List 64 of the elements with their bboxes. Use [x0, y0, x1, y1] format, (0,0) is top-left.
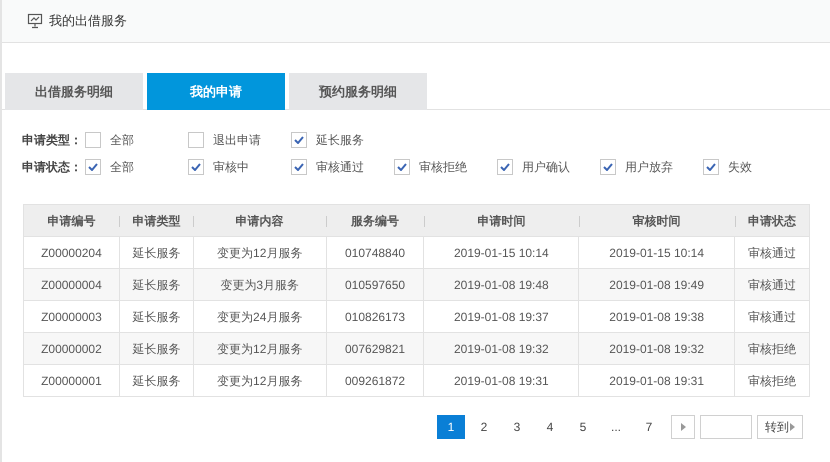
- check-icon: [603, 162, 613, 170]
- table-cell: Z00000204: [24, 236, 120, 268]
- checkbox[interactable]: [188, 158, 204, 174]
- table-cell: 变更为12月服务: [193, 364, 326, 396]
- page-link[interactable]: 7: [635, 415, 663, 439]
- goto-button[interactable]: 转到: [757, 415, 803, 439]
- page-input[interactable]: [700, 415, 752, 439]
- checkbox[interactable]: [291, 158, 307, 174]
- table-cell: 2019-01-08 19:31: [578, 364, 735, 396]
- table-cell: 变更为12月服务: [193, 236, 326, 268]
- check-icon: [191, 162, 201, 170]
- page-link[interactable]: 4: [536, 415, 564, 439]
- checkbox-label: 退出申请: [213, 132, 261, 148]
- triangle-icon: [790, 423, 795, 431]
- check-icon: [294, 136, 304, 144]
- page-title: 我的出借服务: [49, 12, 127, 30]
- checkbox-label: 用户放弃: [625, 158, 673, 176]
- checkbox[interactable]: [85, 132, 101, 148]
- checkbox-label: 全部: [110, 132, 134, 148]
- presentation-board-icon: [27, 13, 43, 29]
- filter-label: 申请类型：: [22, 132, 83, 148]
- column-header: 申请状态: [748, 214, 796, 228]
- table-cell: 2019-01-15 10:14: [424, 236, 579, 268]
- table-cell: 2019-01-15 10:14: [578, 236, 735, 268]
- next-page-button[interactable]: [671, 415, 695, 439]
- table-cell: 延长服务: [119, 364, 194, 396]
- column-header: 审核时间: [632, 214, 681, 228]
- column-header: 申请内容: [236, 214, 284, 228]
- checkbox-label: 延长服务: [316, 132, 364, 148]
- table-cell: 2019-01-08 19:31: [424, 364, 579, 396]
- checkbox[interactable]: [394, 158, 410, 174]
- checkbox-label: 用户确认: [522, 158, 570, 176]
- page-link[interactable]: 1: [437, 415, 465, 439]
- checkbox-label: 审核通过: [316, 158, 364, 176]
- check-icon: [294, 162, 304, 170]
- tab[interactable]: 出借服务明细: [5, 73, 143, 110]
- checkbox-label: 失效: [728, 158, 752, 176]
- checkbox[interactable]: [188, 132, 204, 148]
- table-cell: 009261872: [326, 364, 424, 396]
- page-link[interactable]: ...: [602, 415, 630, 439]
- check-icon: [706, 162, 716, 170]
- triangle-icon: [680, 423, 686, 431]
- checkbox[interactable]: [85, 158, 101, 174]
- filter-label: 申请状态：: [22, 158, 83, 176]
- checkbox[interactable]: [600, 158, 616, 174]
- checkbox[interactable]: [703, 158, 719, 174]
- checkbox[interactable]: [497, 158, 513, 174]
- check-icon: [88, 162, 98, 170]
- page-link[interactable]: 3: [503, 415, 531, 439]
- column-header: 申请编号: [48, 214, 96, 228]
- checkbox-label: 审核中: [213, 158, 249, 176]
- checkbox[interactable]: [291, 132, 307, 148]
- page-link[interactable]: 5: [569, 415, 597, 439]
- table-cell: 审核拒绝: [734, 364, 810, 396]
- column-header: 服务编号: [351, 214, 400, 228]
- page-link[interactable]: 2: [470, 415, 498, 439]
- column-header: 申请时间: [477, 214, 526, 228]
- tab[interactable]: 预约服务明细: [289, 73, 427, 110]
- check-icon: [397, 162, 407, 170]
- check-icon: [500, 162, 510, 170]
- table-cell: Z00000001: [24, 364, 120, 396]
- column-header: 申请类型: [132, 214, 180, 228]
- checkbox-label: 审核拒绝: [419, 158, 467, 176]
- checkbox-label: 全部: [110, 158, 134, 176]
